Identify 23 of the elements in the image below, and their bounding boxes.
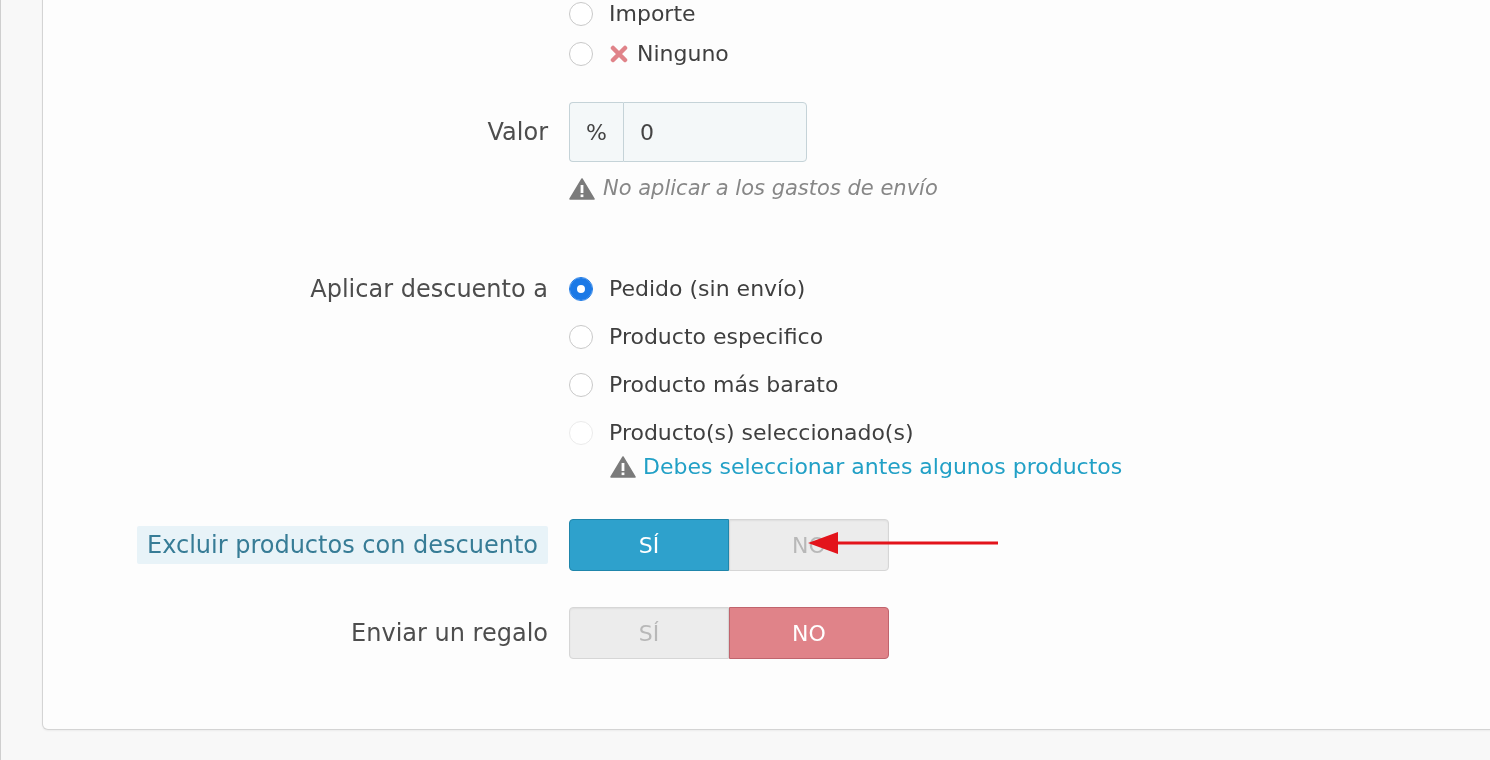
field-label: Valor [487,117,548,147]
warning-icon [610,456,636,478]
field-label: Enviar un regalo [351,618,548,648]
radio-button[interactable] [569,2,593,26]
help-text: No aplicar a los gastos de envío [603,176,938,202]
unit-addon: % [569,102,623,162]
radio-button[interactable] [569,277,593,301]
option-label: Producto(s) seleccionado(s) [609,419,914,447]
option-label: Producto especifico [609,323,824,351]
toggle-option[interactable]: SÍ [569,519,729,571]
warning-icon [569,178,595,200]
radio-button[interactable] [569,42,593,66]
option-label: Producto más barato [609,371,839,399]
radio-button[interactable] [569,373,593,397]
value-input[interactable]: 0 [623,102,807,162]
radio-button[interactable] [569,325,593,349]
field-label: Excluir productos con descuento [137,525,548,565]
warning-message: Debes seleccionar antes algunos productos [643,453,1123,481]
option-label: Ninguno [637,40,729,68]
field-label: Aplicar descuento a [310,274,548,305]
option-label: Importe [609,0,696,28]
toggle-option[interactable]: NO [729,607,889,659]
option-label: Pedido (sin envío) [609,275,806,303]
